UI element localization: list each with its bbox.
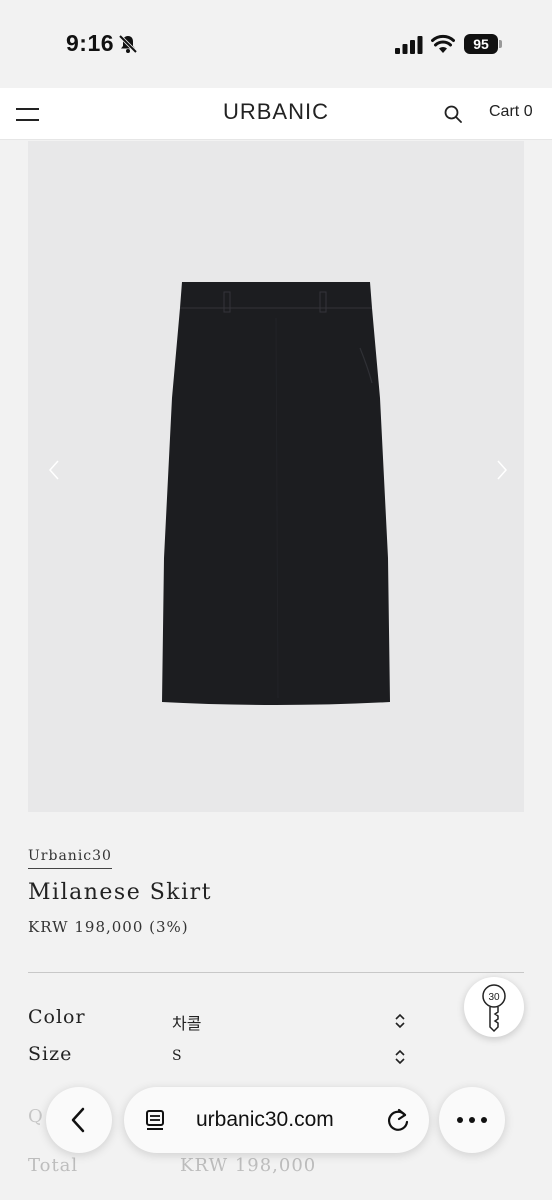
status-bar: 9:16 95	[0, 0, 552, 88]
key-badge-text: 30	[488, 992, 500, 1003]
skirt-product-photo	[162, 282, 390, 705]
page-menu-icon[interactable]	[145, 1109, 167, 1131]
size-select-chevron-icon[interactable]	[393, 1048, 407, 1066]
search-icon[interactable]	[444, 105, 462, 123]
section-divider	[28, 972, 524, 973]
color-select-chevron-icon[interactable]	[393, 1012, 407, 1030]
color-option-label: Color	[28, 1006, 86, 1028]
battery-icon: 95	[464, 34, 502, 54]
browser-more-button[interactable]	[439, 1087, 505, 1153]
product-brand-link[interactable]: Urbanic30	[28, 848, 112, 869]
key-floating-button[interactable]: 30	[464, 977, 524, 1037]
browser-back-button[interactable]	[46, 1087, 112, 1153]
cart-link[interactable]: Cart 0	[489, 103, 533, 121]
cellular-signal-icon	[395, 36, 423, 54]
product-name: Milanese Skirt	[28, 880, 213, 905]
reload-icon[interactable]	[386, 1107, 410, 1133]
total-value: KRW 198,000	[180, 1155, 317, 1176]
key-icon: 30	[482, 984, 506, 1033]
url-text[interactable]: urbanic30.com	[196, 1108, 334, 1132]
size-select[interactable]: S	[172, 1048, 182, 1064]
address-bar[interactable]: urbanic30.com	[124, 1087, 429, 1153]
site-header: URBANIC Cart 0	[0, 88, 552, 140]
hamburger-menu-icon[interactable]	[16, 105, 40, 123]
silent-bell-icon	[118, 34, 138, 54]
more-dots-icon	[457, 1117, 487, 1123]
status-time: 9:16	[66, 30, 115, 56]
quantity-label: Q	[28, 1106, 43, 1127]
total-label: Total	[28, 1155, 79, 1176]
site-logo: URBANIC	[0, 99, 552, 125]
wifi-icon	[431, 34, 455, 53]
color-select[interactable]: 차콜	[172, 1010, 201, 1034]
battery-level: 95	[464, 34, 498, 54]
cart-label: Cart	[489, 103, 520, 120]
chevron-right-icon[interactable]	[496, 459, 508, 481]
product-price: KRW 198,000 (3%)	[28, 918, 189, 936]
cart-count: 0	[523, 103, 533, 120]
chevron-left-icon[interactable]	[48, 459, 60, 481]
size-option-label: Size	[28, 1043, 73, 1065]
chevron-left-icon	[71, 1107, 85, 1133]
product-image-carousel[interactable]	[28, 141, 524, 812]
logo-text[interactable]: URBANIC	[223, 99, 329, 124]
